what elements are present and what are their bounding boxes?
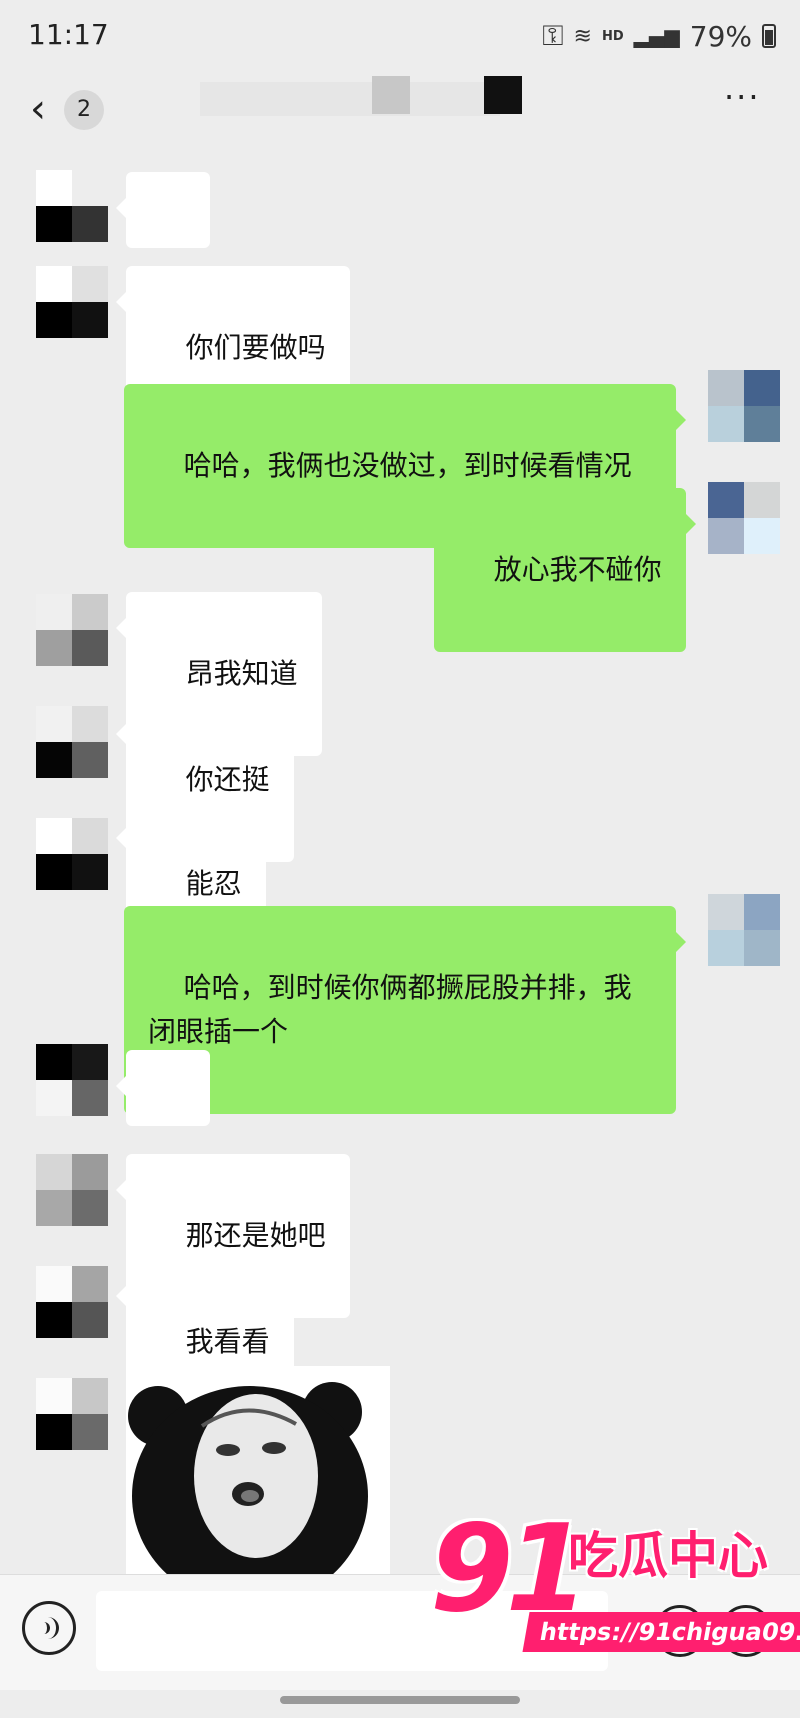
redaction-block bbox=[484, 76, 522, 114]
avatar[interactable] bbox=[36, 594, 108, 666]
chat-header: ‹ 2 ··· bbox=[0, 72, 800, 152]
back-arrow-icon[interactable]: ‹ bbox=[30, 84, 64, 134]
watermark-brand: 吃瓜中心 bbox=[568, 1527, 768, 1585]
message-text: 你们要做吗 bbox=[185, 331, 326, 364]
avatar[interactable] bbox=[36, 1378, 108, 1450]
message-text: 你还挺 bbox=[185, 763, 270, 796]
battery-percent: 79% bbox=[689, 19, 752, 53]
message-bubble[interactable]: 放心我不碰你 bbox=[434, 488, 696, 652]
avatar[interactable] bbox=[708, 482, 780, 554]
message-text: 哈哈，我俩也没做过，到时候看情况 bbox=[183, 449, 632, 482]
message-text: 昂我知道 bbox=[185, 657, 298, 690]
more-options-icon[interactable]: ··· bbox=[724, 81, 764, 113]
message-text: 放心我不碰你 bbox=[493, 553, 662, 586]
status-time: 11:17 bbox=[28, 18, 109, 51]
panda-face-icon bbox=[126, 1366, 390, 1574]
battery-icon bbox=[762, 24, 776, 48]
avatar[interactable] bbox=[708, 894, 780, 966]
hd-label: HD bbox=[601, 28, 624, 44]
avatar[interactable] bbox=[36, 818, 108, 890]
wifi-icon: ≋ bbox=[573, 23, 592, 49]
key-icon: ⚿ bbox=[542, 19, 564, 52]
avatar[interactable] bbox=[36, 1154, 108, 1226]
redaction-block bbox=[372, 76, 410, 114]
message-text: 我看看 bbox=[185, 1325, 270, 1358]
chat-title-redacted bbox=[200, 82, 500, 116]
message-bubble[interactable] bbox=[116, 172, 210, 320]
chat-messages[interactable]: 你们要做吗 哈哈，我俩也没做过，到时候看情况 放心我不碰你 昂我知道 你还挺 能… bbox=[0, 152, 800, 1574]
avatar[interactable] bbox=[36, 170, 108, 242]
message-text: 哈哈，到时候你俩都撅屁股并排，我 闭眼插一个 bbox=[148, 971, 632, 1048]
avatar[interactable] bbox=[708, 370, 780, 442]
unread-count-badge[interactable]: 2 bbox=[64, 90, 104, 130]
avatar[interactable] bbox=[36, 706, 108, 778]
avatar[interactable] bbox=[36, 1044, 108, 1116]
message-text: 那还是她吧 bbox=[185, 1219, 326, 1252]
message-text: 能忍 bbox=[185, 867, 242, 900]
avatar[interactable] bbox=[36, 266, 108, 338]
avatar[interactable] bbox=[36, 1266, 108, 1338]
signal-icon: ▂▄▆ bbox=[633, 24, 680, 48]
watermark: 91 吃瓜中心 https://91chigua09.com bbox=[430, 1510, 800, 1660]
message-bubble[interactable] bbox=[116, 1050, 210, 1198]
watermark-url: https://91chigua09.com bbox=[522, 1612, 800, 1652]
status-icons: ⚿ ≋ HD ▂▄▆ 79% bbox=[542, 16, 776, 56]
panda-meme-sticker[interactable] bbox=[126, 1366, 390, 1574]
status-bar: 11:17 ⚿ ≋ HD ▂▄▆ 79% bbox=[0, 0, 800, 72]
voice-input-icon[interactable] bbox=[22, 1601, 76, 1655]
home-indicator[interactable] bbox=[280, 1696, 520, 1704]
